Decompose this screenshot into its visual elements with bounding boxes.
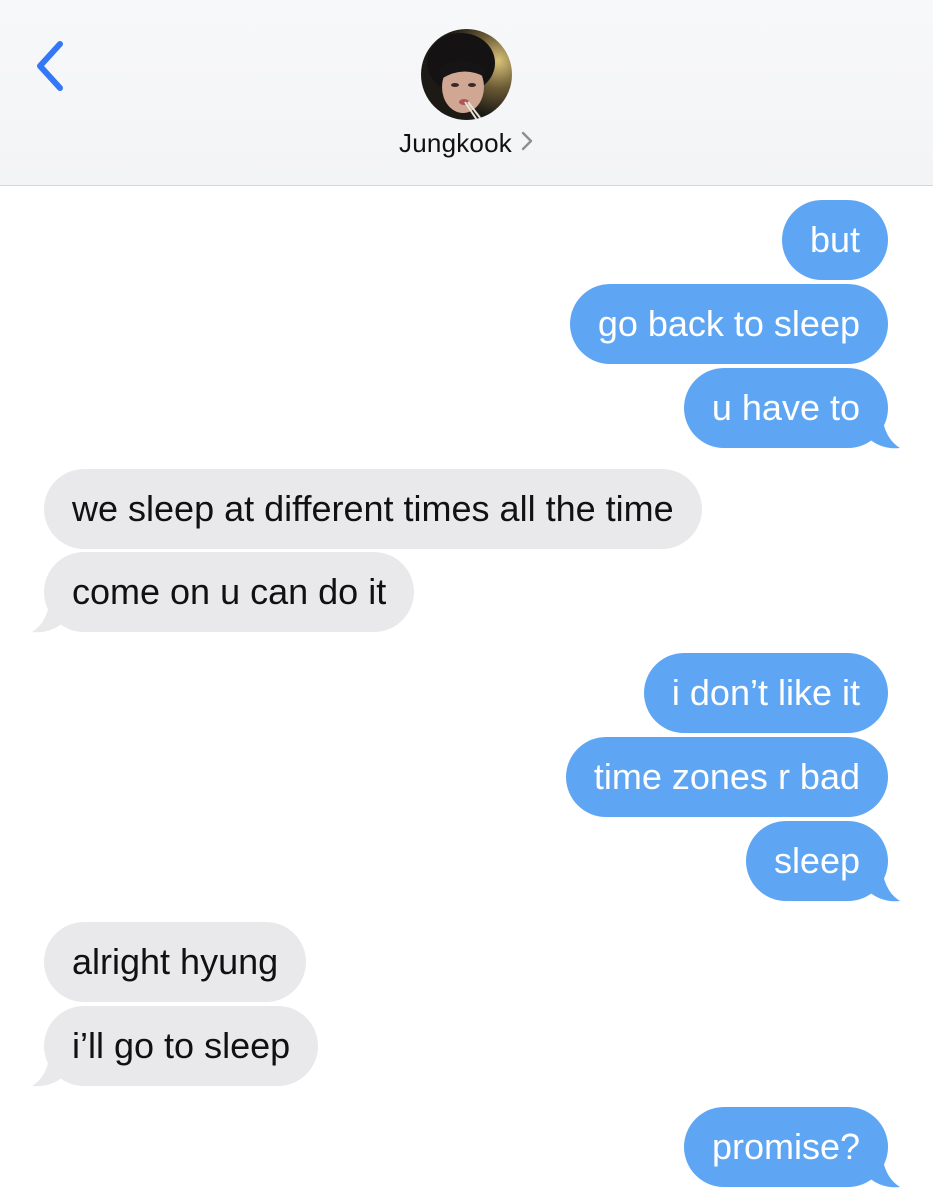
message-thread: but go back to sleep u have to we sleep … (0, 186, 933, 1200)
chevron-right-icon[interactable] (520, 128, 534, 159)
bubble-tail-outgoing (866, 414, 900, 449)
back-button[interactable] (30, 38, 74, 94)
message-bubble-outgoing[interactable]: time zones r bad (565, 737, 888, 817)
conversation-header: Jungkook (0, 0, 933, 186)
message-bubble-incoming[interactable]: come on u can do it (44, 552, 415, 632)
message-bubble-outgoing[interactable]: i don’t like it (643, 653, 888, 733)
message-bubble-incoming[interactable]: i’ll go to sleep (44, 1006, 319, 1086)
message-bubble-incoming[interactable]: alright hyung (44, 922, 307, 1002)
message-bubble-outgoing[interactable]: but (781, 200, 888, 280)
contact-name[interactable]: Jungkook (399, 128, 512, 158)
bubble-tail-outgoing (866, 1153, 900, 1188)
message-bubble-outgoing[interactable]: u have to (683, 368, 888, 448)
contact-name-row[interactable]: Jungkook (0, 128, 933, 161)
avatar[interactable] (421, 29, 512, 120)
bubble-tail-incoming (32, 598, 66, 633)
message-bubble-outgoing[interactable]: go back to sleep (569, 284, 888, 364)
message-bubble-incoming[interactable]: we sleep at different times all the time (44, 469, 702, 549)
message-bubble-outgoing[interactable]: promise? (683, 1107, 888, 1187)
bubble-tail-outgoing (866, 867, 900, 902)
contact-photo (421, 29, 512, 120)
bubble-tail-incoming (32, 1052, 66, 1087)
chevron-left-icon (37, 41, 63, 91)
